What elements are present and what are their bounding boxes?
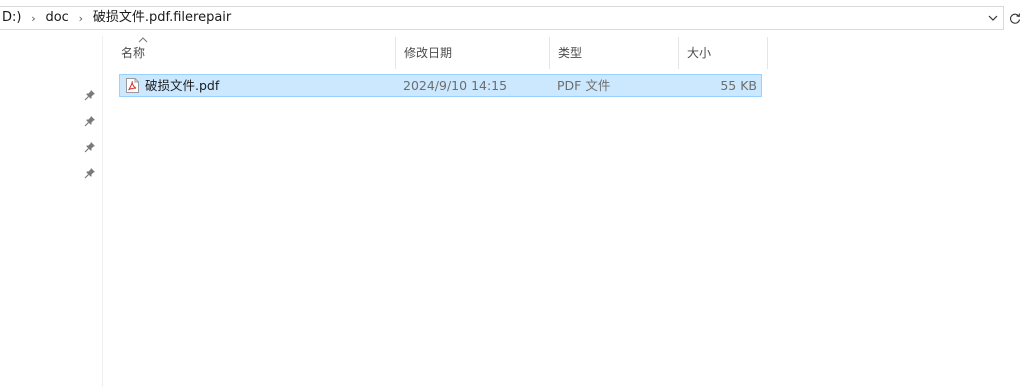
chevron-down-icon[interactable]	[985, 10, 1001, 26]
breadcrumb-drive[interactable]: D:)	[0, 7, 23, 29]
column-header-type[interactable]: 类型	[550, 37, 679, 69]
breadcrumb-current-folder[interactable]: 破损文件.pdf.filerepair	[91, 7, 233, 29]
file-size: 55 KB	[720, 78, 757, 93]
pin-icon[interactable]	[84, 167, 96, 179]
refresh-icon	[1009, 13, 1020, 24]
file-explorer-window: D:) › doc › 破损文件.pdf.filerepair 名称 修改日期 …	[0, 0, 1024, 387]
column-header-size[interactable]: 大小	[679, 37, 768, 69]
refresh-button[interactable]	[1005, 6, 1024, 30]
address-bar[interactable]: D:) › doc › 破损文件.pdf.filerepair	[0, 6, 1004, 30]
column-header-name[interactable]: 名称	[113, 37, 396, 69]
file-row[interactable]: 破损文件.pdf 2024/9/10 14:15 PDF 文件 55 KB	[119, 74, 762, 97]
column-header-modified[interactable]: 修改日期	[396, 37, 550, 69]
pin-icon[interactable]	[84, 141, 96, 153]
chevron-right-icon[interactable]: ›	[23, 12, 43, 25]
pdf-file-icon	[126, 78, 139, 93]
chevron-right-icon[interactable]: ›	[71, 12, 91, 25]
file-name[interactable]: 破损文件.pdf	[145, 75, 219, 96]
file-modified-date: 2024/9/10 14:15	[403, 78, 508, 93]
breadcrumb-doc[interactable]: doc	[43, 7, 70, 29]
pin-icon[interactable]	[84, 115, 96, 127]
column-headers: 名称 修改日期 类型 大小	[113, 37, 768, 69]
navigation-pane	[0, 36, 103, 387]
file-type: PDF 文件	[557, 78, 611, 93]
pin-icon[interactable]	[84, 89, 96, 101]
